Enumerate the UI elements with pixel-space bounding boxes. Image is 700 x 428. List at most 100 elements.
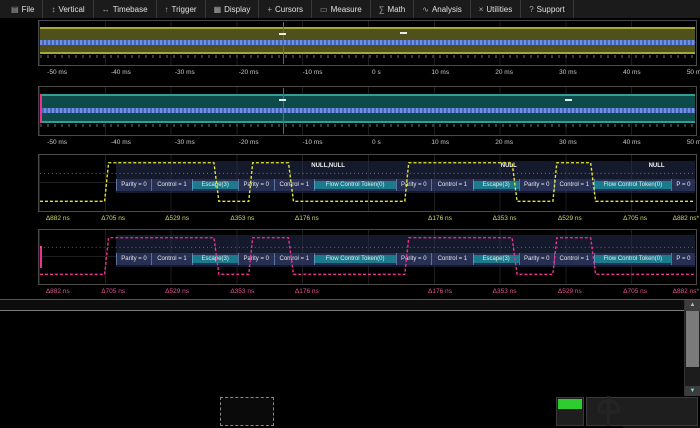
delta-tick-label: Δ705 ns bbox=[623, 288, 647, 295]
delta-tick-label: Δ882 ns* bbox=[673, 215, 699, 222]
delta-axis-z2: Δ882 nsΔ705 nsΔ529 nsΔ353 nsΔ176 nsΔ176 … bbox=[38, 285, 697, 299]
axis-tick-label: -30 ms bbox=[175, 69, 195, 76]
axis-tick-label: -40 ms bbox=[111, 69, 131, 76]
y-axis-z1 bbox=[0, 154, 38, 212]
axis-tick-label: 30 ms bbox=[559, 69, 577, 76]
delta-tick-label: Δ705 ns bbox=[623, 215, 647, 222]
delta-tick-label: Δ529 ns bbox=[165, 215, 189, 222]
axis-tick-label: 20 ms bbox=[495, 139, 513, 146]
trigger-arrow-icon: ↑ bbox=[165, 5, 169, 14]
menu-item-trigger[interactable]: ↑Trigger bbox=[157, 0, 206, 18]
utilities-icon: × bbox=[479, 5, 484, 14]
y-axis-bottom-label bbox=[33, 62, 36, 69]
hd-mode-indicator bbox=[556, 397, 584, 426]
delta-tick-label: Δ176 ns bbox=[295, 288, 319, 295]
axis-tick-label: 50 ms bbox=[687, 139, 700, 146]
y-axis-m1 bbox=[0, 20, 38, 66]
delta-tick-label: Δ176 ns bbox=[428, 288, 452, 295]
y-axis-m3 bbox=[0, 86, 38, 136]
m3-blue-stripe bbox=[40, 108, 695, 113]
table-header bbox=[0, 300, 700, 311]
delta-tick-label: Δ529 ns bbox=[558, 288, 582, 295]
menu-item-math[interactable]: ∑Math bbox=[371, 0, 415, 18]
menu-item-vertical[interactable]: ↕Vertical bbox=[43, 0, 93, 18]
menu-item-label: File bbox=[22, 5, 35, 14]
m1-tick-row bbox=[40, 55, 695, 58]
axis-tick-label: -20 ms bbox=[239, 69, 259, 76]
m1-blue-stripe bbox=[40, 40, 695, 45]
axis-tick-label: 40 ms bbox=[623, 139, 641, 146]
waveform-grid-m1[interactable] bbox=[38, 20, 697, 66]
axis-tick-label: -30 ms bbox=[175, 139, 195, 146]
trident-icon bbox=[595, 395, 622, 428]
axis-tick-label: -50 ms bbox=[47, 69, 67, 76]
waveform-panel-m3: -50 ms-40 ms-30 ms-20 ms-10 ms0 s10 ms20… bbox=[0, 86, 700, 152]
measure-ruler-icon: ▭ bbox=[320, 5, 328, 14]
y-axis-bottom-label bbox=[33, 132, 36, 139]
delta-tick-label: Δ176 ns bbox=[295, 215, 319, 222]
delta-tick-label: Δ529 ns bbox=[165, 288, 189, 295]
y-axis-bottom-label bbox=[33, 208, 36, 215]
waveform-panel-m1: -50 ms -40 ms -30 ms -20 ms -10 ms 0 s 10 ms 20… bbox=[0, 20, 700, 84]
menu-bar: ▤File↕Vertical↔Timebase↑Trigger▦Display+… bbox=[0, 0, 700, 19]
delta-tick-label: Δ353 ns bbox=[230, 288, 254, 295]
m3-marker bbox=[279, 99, 286, 101]
menu-item-measure[interactable]: ▭Measure bbox=[312, 0, 371, 18]
table-scrollbar[interactable]: ▲ ▼ bbox=[684, 300, 700, 397]
oscilloscope-app-window: ▤File↕Vertical↔Timebase↑Trigger▦Display+… bbox=[0, 0, 700, 428]
hd-badge bbox=[558, 399, 582, 409]
z1-waveform-trace bbox=[40, 156, 695, 210]
axis-tick-label: 30 ms bbox=[559, 139, 577, 146]
file-icon: ▤ bbox=[11, 5, 19, 14]
decode-table: ▲ ▼ bbox=[0, 299, 700, 397]
vertical-arrows-icon: ↕ bbox=[51, 5, 55, 14]
menu-item-utilities[interactable]: ×Utilities bbox=[471, 0, 521, 18]
menu-item-analysis[interactable]: ∿Analysis bbox=[414, 0, 471, 18]
cursors-cross-icon: + bbox=[267, 5, 272, 14]
menu-item-timebase[interactable]: ↔Timebase bbox=[94, 0, 157, 18]
delta-tick-label: Δ882 ns bbox=[46, 215, 70, 222]
delta-tick-label: Δ705 ns bbox=[101, 288, 125, 295]
waveform-grid-z1[interactable]: NULL,NULLNULLNULL Parity = 0Control = 1E… bbox=[38, 154, 697, 212]
m3-marker bbox=[565, 99, 572, 101]
axis-tick-label: 10 ms bbox=[431, 139, 449, 146]
zoom-panel-z2: Parity = 0Control = 1Escape(3)Parity = 0… bbox=[0, 229, 700, 298]
axis-tick-label: 0 s bbox=[372, 139, 381, 146]
axis-tick-label: 0 s bbox=[372, 69, 381, 76]
delta-tick-label: Δ176 ns bbox=[428, 215, 452, 222]
scroll-up-icon[interactable]: ▲ bbox=[685, 300, 700, 311]
axis-tick-label: -10 ms bbox=[303, 139, 323, 146]
footer-bar bbox=[0, 396, 700, 428]
menu-item-label: Display bbox=[224, 5, 250, 14]
delta-tick-label: Δ353 ns bbox=[493, 215, 517, 222]
scrollbar-thumb[interactable] bbox=[686, 311, 699, 367]
menu-item-label: Analysis bbox=[432, 5, 462, 14]
waveform-grid-m3[interactable] bbox=[38, 86, 697, 136]
etalon-logo-watermark bbox=[594, 395, 700, 428]
m1-marker bbox=[279, 33, 286, 35]
delta-tick-label: Δ705 ns bbox=[101, 215, 125, 222]
time-axis-m3: -50 ms-40 ms-30 ms-20 ms-10 ms0 s10 ms20… bbox=[38, 136, 697, 150]
menu-item-file[interactable]: ▤File bbox=[3, 0, 43, 18]
support-help-icon: ? bbox=[529, 5, 533, 14]
delta-tick-label: Δ353 ns bbox=[493, 288, 517, 295]
waveform-grid-z2[interactable]: Parity = 0Control = 1Escape(3)Parity = 0… bbox=[38, 229, 697, 285]
zoom-panel-z1: NULL,NULLNULLNULL Parity = 0Control = 1E… bbox=[0, 154, 700, 228]
menu-item-support[interactable]: ?Support bbox=[521, 0, 573, 18]
menu-item-cursors[interactable]: +Cursors bbox=[259, 0, 312, 18]
menu-item-label: Utilities bbox=[486, 5, 512, 14]
menu-item-label: Trigger bbox=[172, 5, 197, 14]
z2-waveform-trace bbox=[40, 231, 695, 283]
axis-tick-label: 40 ms bbox=[623, 69, 641, 76]
math-sigma-icon: ∑ bbox=[379, 5, 385, 14]
menu-item-display[interactable]: ▦Display bbox=[206, 0, 260, 18]
delta-tick-label: Δ882 ns* bbox=[673, 288, 699, 295]
menu-item-label: Cursors bbox=[275, 5, 303, 14]
axis-tick-label: -10 ms bbox=[303, 69, 323, 76]
menu-item-label: Measure bbox=[331, 5, 362, 14]
axis-tick-label: 20 ms bbox=[495, 69, 513, 76]
horizontal-arrows-icon: ↔ bbox=[102, 5, 110, 14]
axis-tick-label: 10 ms bbox=[431, 69, 449, 76]
menu-item-label: Math bbox=[387, 5, 405, 14]
add-trace-button[interactable] bbox=[220, 397, 274, 426]
